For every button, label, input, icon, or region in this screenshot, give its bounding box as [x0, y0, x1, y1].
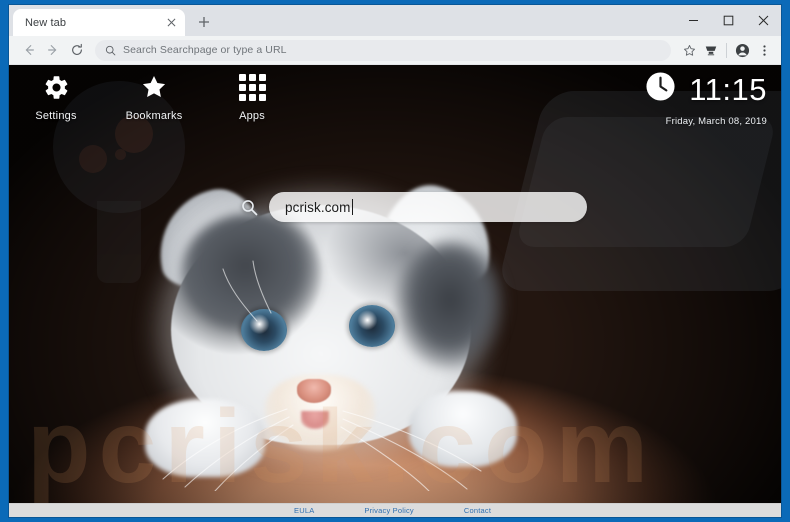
minimize-button[interactable]	[676, 5, 711, 36]
clock-widget: 11:15 Friday, March 08, 2019	[645, 71, 767, 127]
tab-title: New tab	[25, 16, 67, 29]
newtab-search-area: pcrisk.com	[241, 192, 587, 222]
star-icon	[140, 73, 168, 101]
shortcut-label-apps: Apps	[239, 110, 265, 122]
search-input[interactable]: pcrisk.com	[269, 192, 587, 222]
profile-avatar-icon[interactable]	[731, 39, 753, 61]
browser-window: New tab Search Searchpage or type a URL …	[9, 5, 781, 517]
search-input-value: pcrisk.com	[285, 199, 351, 215]
reload-button[interactable]	[65, 38, 89, 62]
shortcut-label-settings: Settings	[35, 110, 77, 122]
maximize-button[interactable]	[711, 5, 746, 36]
shortcut-bookmarks[interactable]: Bookmarks	[121, 73, 187, 122]
three-dot-menu-icon[interactable]	[753, 39, 775, 61]
star-icon[interactable]	[678, 39, 700, 61]
desktop-background: New tab Search Searchpage or type a URL …	[0, 0, 790, 522]
footer-link-privacy-policy[interactable]: Privacy Policy	[364, 506, 413, 515]
footer-link-eula[interactable]: EULA	[294, 506, 314, 515]
shortcut-settings[interactable]: Settings	[23, 73, 89, 122]
clock-icon	[645, 71, 676, 107]
text-caret	[351, 199, 353, 215]
gear-icon	[43, 73, 70, 101]
apps-grid-icon	[238, 73, 266, 101]
newtab-shortcuts: Settings Bookmarks Apps	[23, 73, 285, 122]
close-icon[interactable]	[163, 15, 179, 31]
newtab-page: pcrisk.com Settings	[9, 65, 781, 517]
footer-link-contact[interactable]: Contact	[464, 506, 491, 515]
search-icon	[241, 199, 258, 216]
search-icon	[105, 45, 116, 56]
shortcut-label-bookmarks: Bookmarks	[125, 110, 183, 122]
tab-strip: New tab	[9, 5, 781, 36]
browser-tab-new-tab[interactable]: New tab	[13, 9, 185, 36]
toolbar-divider	[726, 42, 727, 58]
newtab-footer: EULA Privacy Policy Contact	[9, 503, 781, 517]
background-shape-watermark-inner	[514, 117, 778, 247]
clock-date: Friday, March 08, 2019	[665, 116, 767, 127]
new-tab-button[interactable]	[191, 9, 217, 35]
address-bar[interactable]: Search Searchpage or type a URL	[95, 39, 671, 61]
extension-icon[interactable]	[700, 39, 722, 61]
clock-time: 11:15	[689, 71, 767, 107]
shortcut-apps[interactable]: Apps	[219, 73, 285, 122]
close-button[interactable]	[746, 5, 781, 36]
back-button[interactable]	[17, 38, 41, 62]
address-bar-placeholder: Search Searchpage or type a URL	[123, 44, 287, 56]
forward-button[interactable]	[41, 38, 65, 62]
browser-toolbar: Search Searchpage or type a URL	[9, 36, 781, 65]
window-controls	[676, 5, 781, 36]
